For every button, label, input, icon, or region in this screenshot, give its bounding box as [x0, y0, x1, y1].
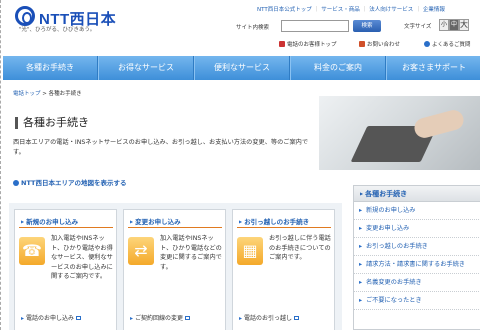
phone-icon: ☎: [19, 237, 45, 265]
procedure-cards: 新規のお申し込み ☎ 加入電話やINSネット、ひかり電話やお得なサービス、便利な…: [9, 203, 342, 330]
nav-useful-services[interactable]: 便利なサービス: [194, 56, 290, 80]
sidebar-item-cancellation[interactable]: ご不要になったとき: [354, 292, 480, 310]
sublink-phone-top[interactable]: 電話のお客様トップ: [279, 40, 337, 48]
card-text: 加入電話やINSネット、ひかり電話やお得なサービス、便利なサービスのお申し込みに…: [51, 235, 113, 280]
phone-icon: [279, 41, 285, 47]
separator: ｜: [415, 7, 421, 13]
card-link-label: 電話のお申し込み: [26, 315, 75, 322]
sidebar: 各種お手続き 新規のお申し込み 変更お申し込み お引っ越しのお手続き 請求方法・…: [353, 185, 480, 330]
toplink-business[interactable]: 法人向けサービス: [369, 7, 413, 13]
sublink-label: よくあるご質問: [432, 42, 471, 48]
sublink-label: お問い合わせ: [367, 42, 401, 48]
breadcrumb-current: 各種お手続き: [48, 91, 82, 97]
card-new-application: 新規のお申し込み ☎ 加入電話やINSネット、ひかり電話やお得なサービス、便利な…: [14, 209, 117, 330]
separator: ｜: [313, 7, 320, 13]
global-nav: 各種お手続き お得なサービス 便利なサービス 料金のご案内 お客さまサポート: [3, 56, 480, 80]
top-links: NTT西日本公式トップ｜サービス・商品｜法人向けサービス｜企業情報: [257, 5, 447, 13]
breadcrumb: 電話トップ > 各種お手続き: [13, 89, 82, 97]
search-input[interactable]: [281, 20, 349, 32]
nav-deals[interactable]: お得なサービス: [98, 56, 194, 80]
breadcrumb-home[interactable]: 電話トップ: [13, 91, 41, 97]
breadcrumb-separator: >: [40, 91, 49, 97]
fontsize-medium-button[interactable]: 中: [449, 19, 459, 31]
external-window-icon: [185, 316, 191, 320]
card-text: お引っ越しに伴う電話のお手続きについてのご案内です。: [269, 235, 331, 261]
exchange-icon: ⇄: [128, 237, 154, 265]
hand-illustration: [412, 107, 466, 141]
external-window-icon: [294, 316, 300, 320]
sublink-faq[interactable]: よくあるご質問: [424, 40, 471, 48]
divider: [237, 227, 331, 228]
sidebar-heading[interactable]: 各種お手続き: [354, 186, 480, 202]
divider: [19, 227, 113, 228]
sidebar-item-change-application[interactable]: 変更お申し込み: [354, 220, 480, 238]
card-moving: お引っ越しのお手続き ▦ お引っ越しに伴う電話のお手続きについてのご案内です。 …: [232, 209, 335, 330]
fontsize-large-button[interactable]: 大: [459, 19, 469, 31]
card-title[interactable]: 変更お申し込み: [130, 216, 181, 226]
ntt-logo-mark-icon: [15, 6, 35, 26]
card-link[interactable]: ご契約回線の変更: [130, 313, 191, 322]
nav-procedures[interactable]: 各種お手続き: [3, 56, 98, 80]
search-label: サイト内検索: [236, 25, 270, 31]
card-link[interactable]: 電話のお引っ越し: [239, 313, 300, 322]
map-link[interactable]: NTT西日本エリアの地図を表示する: [13, 177, 126, 187]
card-title[interactable]: 新規のお申し込み: [21, 216, 78, 226]
sublink-contact[interactable]: お問い合わせ: [359, 40, 400, 48]
nav-support[interactable]: お客さまサポート: [386, 56, 480, 80]
question-icon: [424, 41, 430, 47]
fontsize-label: 文字サイズ: [404, 24, 432, 30]
hero-image: [319, 96, 480, 170]
card-link[interactable]: 電話のお申し込み: [21, 313, 82, 322]
sidebar-item-new-application[interactable]: 新規のお申し込み: [354, 202, 480, 220]
toplink-services[interactable]: サービス・商品: [321, 7, 360, 13]
mail-icon: [359, 41, 365, 47]
page-title: 各種お手続き: [15, 117, 89, 129]
toplink-official-top[interactable]: NTT西日本公式トップ: [257, 7, 312, 13]
map-link-label: NTT西日本エリアの地図を表示する: [21, 179, 127, 187]
tagline: "光"、ひろがる、ひびきあう。: [19, 27, 96, 33]
arrow-circle-icon: [13, 180, 19, 186]
fontsize-small-button[interactable]: 小: [439, 19, 449, 31]
sidebar-item-billing[interactable]: 請求方法・請求書に関するお手続き: [354, 256, 480, 274]
sublink-label: 電話のお客様トップ: [287, 42, 337, 48]
separator: ｜: [361, 7, 368, 13]
card-change-application: 変更お申し込み ⇄ 加入電話やINSネット、ひかり電話などの変更に関するご案内で…: [123, 209, 226, 330]
divider: [128, 227, 222, 228]
toplink-company[interactable]: 企業情報: [423, 7, 445, 13]
nav-pricing[interactable]: 料金のご案内: [290, 56, 386, 80]
sidebar-item-name-change[interactable]: 名義変更のお手続き: [354, 274, 480, 292]
intro-text: 西日本エリアの電話・INSネットサービスのお申し込み、お引っ越し、お支払い方法の…: [13, 139, 309, 156]
page-frame: NTT西日本 "光"、ひろがる、ひびきあう。 NTT西日本公式トップ｜サービス・…: [0, 0, 480, 330]
card-text: 加入電話やINSネット、ひかり電話などの変更に関するご案内です。: [160, 235, 222, 271]
card-link-label: 電話のお引っ越し: [244, 315, 293, 322]
card-title[interactable]: お引っ越しのお手続き: [239, 216, 309, 226]
sidebar-item-moving[interactable]: お引っ越しのお手続き: [354, 238, 480, 256]
external-window-icon: [76, 316, 82, 320]
search-button[interactable]: 検索: [353, 20, 381, 32]
building-icon: ▦: [237, 237, 263, 265]
card-link-label: ご契約回線の変更: [135, 315, 184, 322]
